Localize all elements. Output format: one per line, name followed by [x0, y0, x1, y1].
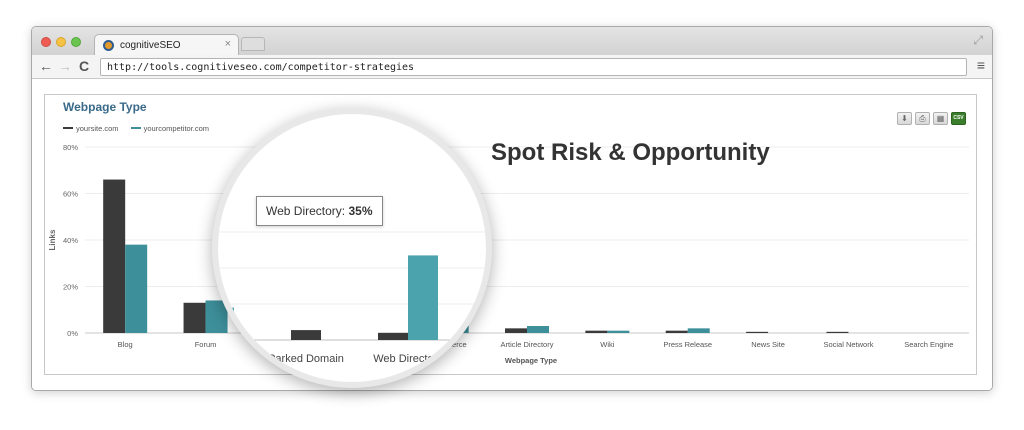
tab-title: cognitiveSEO [120, 40, 181, 51]
forward-arrow-icon[interactable]: → [58, 58, 72, 74]
y-tick-label: 20% [63, 283, 78, 292]
export-toolbar: ⬇ ⎙ ▦ CSV [897, 112, 966, 125]
bar-yoursite [183, 302, 206, 333]
legend-label-yoursite: yoursite.com [76, 123, 119, 133]
fullscreen-icon[interactable]: ⤢ [973, 33, 983, 48]
magnifier-lens: Parked Domain Web Directory Web Directory… [212, 108, 492, 388]
x-axis-title: Webpage Type [505, 356, 557, 365]
page-content: 0% 20% 40% 60% 80% Links Webpage Type Blog Forum… [32, 80, 992, 390]
csv-icon[interactable]: CSV [951, 112, 966, 125]
y-tick-label: 80% [63, 143, 78, 152]
y-tick-label: 40% [63, 236, 78, 245]
bar-yoursite [585, 330, 608, 333]
tab-close-icon[interactable]: × [225, 38, 231, 50]
headline: Spot Risk & Opportunity [491, 139, 770, 166]
bar-yoursite [826, 331, 849, 333]
bar-yoursite [103, 179, 126, 333]
x-tick-label: Article Directory [501, 340, 554, 349]
browser-toolbar: ← → C http://tools.cognitiveseo.com/comp… [32, 55, 992, 79]
y-tick-label: 0% [67, 329, 78, 338]
magnifier-background [218, 114, 486, 382]
webpage-type-chart: 0% 20% 40% 60% 80% Links Webpage Type Blog Forum… [48, 143, 969, 365]
magnified-x-label: Web Directory [373, 353, 443, 365]
bar-competitor [527, 326, 549, 333]
magnified-bar-yoursite [378, 332, 408, 340]
download-icon[interactable]: ⬇ [897, 112, 912, 125]
magnified-bar-yoursite [291, 330, 321, 340]
address-bar[interactable]: http://tools.cognitiveseo.com/competitor… [100, 58, 967, 76]
magnified-chart: Parked Domain Web Directory [218, 114, 486, 382]
x-tick-label: News Site [751, 340, 785, 349]
bar-competitor [125, 244, 148, 333]
x-tick-label: Social Network [823, 340, 873, 349]
x-tick-label: Press Release [663, 340, 712, 349]
print-icon[interactable]: ⎙ [915, 112, 930, 125]
bar-competitor [607, 330, 630, 333]
legend-label-competitor: yourcompetitor.com [143, 123, 210, 133]
browser-window: cognitiveSEO × ⤢ ← → C http://tools.cogn… [31, 26, 993, 391]
legend-item-yoursite[interactable]: yoursite.com [63, 124, 119, 133]
magnified-edge-bar [466, 334, 486, 340]
close-window-button[interactable] [41, 37, 51, 47]
chart-tooltip: Web Directory: 35% [256, 196, 383, 226]
webpage-type-chart-panel: 0% 20% 40% 60% 80% Links Webpage Type Blog Forum… [44, 94, 977, 375]
cognitiveseo-favicon-icon [103, 40, 114, 51]
magnified-bar-competitor [408, 255, 438, 340]
chart-title: Webpage Type [63, 100, 147, 114]
minimize-window-button[interactable] [56, 37, 66, 47]
bar-competitor [687, 328, 710, 333]
y-axis-title: Links [48, 229, 57, 250]
x-tick-label: Blog [118, 340, 133, 349]
bar-yoursite [746, 331, 769, 333]
bar-yoursite [505, 328, 527, 333]
x-tick-label: Forum [195, 340, 217, 349]
reload-icon[interactable]: C [79, 58, 89, 74]
x-tick-label: Search Engine [904, 340, 953, 349]
title-bar: cognitiveSEO × ⤢ [32, 27, 992, 56]
magnified-edge-bar [218, 307, 234, 340]
new-tab-button[interactable] [241, 37, 265, 51]
browser-menu-icon[interactable]: ≡ [977, 57, 985, 73]
magnified-x-label: Parked Domain [268, 353, 344, 365]
back-arrow-icon[interactable]: ← [39, 58, 53, 74]
chart-legend: yoursite.com yourcompetitor.com [63, 122, 219, 133]
bar-yoursite [665, 330, 688, 333]
legend-swatch-yoursite [63, 127, 73, 129]
legend-item-competitor[interactable]: yourcompetitor.com [130, 123, 210, 133]
legend-swatch-competitor [130, 127, 141, 129]
tab-cognitiveseo[interactable]: cognitiveSEO × [94, 34, 239, 56]
zoom-window-button[interactable] [71, 37, 81, 47]
table-icon[interactable]: ▦ [933, 112, 948, 125]
tooltip-label: Web Directory: [266, 204, 346, 218]
tooltip-value: 35% [348, 204, 373, 218]
x-tick-label: Wiki [600, 340, 614, 349]
y-tick-label: 60% [63, 190, 78, 199]
